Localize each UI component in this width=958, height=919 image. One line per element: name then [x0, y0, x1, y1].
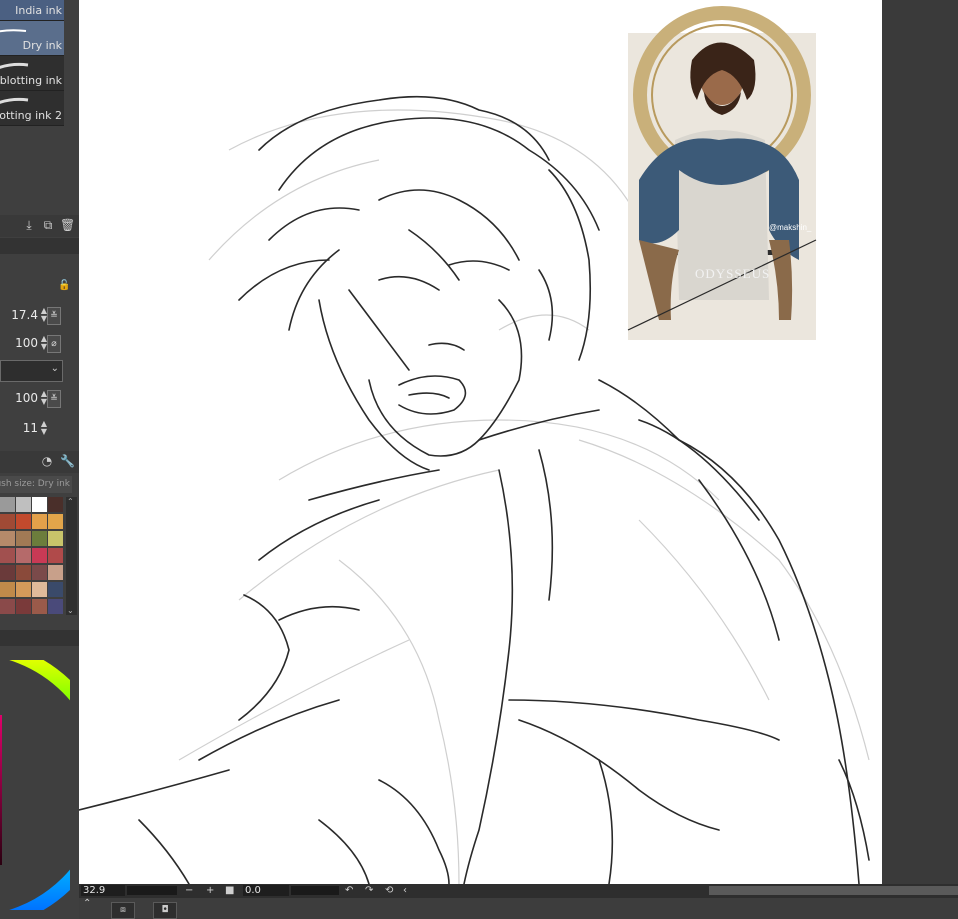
palette-swatch[interactable] — [16, 548, 31, 563]
brush-density-value[interactable]: 11 — [23, 421, 38, 435]
brush-item-wet-blotting-ink[interactable]: Wet blotting ink — [0, 56, 64, 91]
chevron-up-icon[interactable]: ⌃ — [67, 497, 74, 506]
rotation-field[interactable]: 0.0 — [243, 885, 289, 896]
color-wheel[interactable] — [0, 660, 70, 910]
palette-swatch[interactable] — [32, 497, 47, 512]
brush-item-dry-ink[interactable]: Dry ink — [0, 21, 64, 56]
zoom-in-icon[interactable]: + — [206, 884, 214, 897]
color-set-palette — [0, 497, 64, 615]
status-bar: 32.9 − + ■ 0.0 ↶ ↷ ⟲ ‹ — [79, 884, 958, 898]
brush-stroke-preview-icon — [0, 29, 27, 33]
odysseus-reference-image[interactable]: ODYSSEUS @makshin_ — [627, 6, 817, 340]
palette-swatch[interactable] — [0, 531, 15, 546]
pressure-toggle-button[interactable]: ≚ — [47, 307, 61, 325]
brush-list-toolbar: ⤓ ⧉ 🗑 — [0, 215, 79, 237]
chevron-down-icon[interactable]: ⌄ — [67, 606, 74, 615]
palette-swatch[interactable] — [16, 531, 31, 546]
palette-swatch[interactable] — [32, 599, 47, 614]
palette-swatch[interactable] — [16, 582, 31, 597]
hue-ring[interactable] — [0, 660, 70, 910]
opacity-row: 100 ▲ ▼ ⌀ — [0, 333, 64, 355]
brush-item-label: Wet blotting ink — [0, 74, 62, 87]
rotation-slider[interactable] — [291, 886, 339, 895]
lock-icon[interactable]: 🔓 — [58, 280, 70, 292]
palette-swatch[interactable] — [16, 514, 31, 529]
brush-size-row: 17.4 ▲ ▼ ≚ — [0, 305, 64, 327]
layer-mask-icon[interactable]: ◘ — [153, 902, 177, 919]
brush-item-label: Wet blotting ink 2 — [0, 109, 62, 122]
opacity-toggle-button[interactable]: ⌀ — [47, 335, 61, 353]
chevron-down-icon: ⌄ — [50, 363, 59, 374]
rotate-right-icon[interactable]: ↷ — [365, 884, 373, 897]
palette-swatch[interactable] — [32, 565, 47, 580]
wrench-icon[interactable]: 🔧 — [60, 454, 75, 468]
new-layer-icon[interactable]: ⧈ — [111, 902, 135, 919]
palette-swatch[interactable] — [0, 548, 15, 563]
import-icon[interactable]: ⤓ — [22, 218, 36, 232]
palette-swatch[interactable] — [48, 531, 63, 546]
reference-caption: ODYSSEUS — [695, 266, 770, 281]
rotate-left-icon[interactable]: ↶ — [345, 884, 353, 897]
chevron-up-icon[interactable]: ⌃ — [83, 898, 91, 909]
brush-item-wet-blotting-ink-2[interactable]: Wet blotting ink 2 — [0, 91, 64, 126]
zoom-slider[interactable] — [127, 886, 177, 895]
palette-swatch[interactable] — [0, 497, 15, 512]
palette-swatch[interactable] — [0, 514, 15, 529]
drawing-canvas[interactable]: ODYSSEUS @makshin_ — [79, 0, 882, 884]
duplicate-icon[interactable]: ⧉ — [41, 218, 55, 232]
brush-item-india-ink[interactable]: India ink — [0, 0, 64, 21]
palette-swatch[interactable] — [48, 497, 63, 512]
palette-swatch[interactable] — [32, 582, 47, 597]
reset-rotation-icon[interactable]: ⟲ — [385, 884, 393, 897]
brush-item-label: Dry ink — [22, 39, 62, 52]
fit-screen-icon[interactable]: ■ — [225, 884, 234, 897]
blending-mode-dropdown[interactable]: ⌄ — [0, 360, 63, 382]
palette-swatch[interactable] — [32, 548, 47, 563]
palette-swatch[interactable] — [48, 548, 63, 563]
canvas-surround — [882, 0, 958, 884]
blend-pressure-toggle-button[interactable]: ≚ — [47, 390, 61, 408]
flip-icon[interactable]: ‹ — [403, 884, 407, 897]
bottom-toolbar: ⌃ ⧈ ◘ — [79, 898, 958, 919]
palette-swatch[interactable] — [0, 599, 15, 614]
brush-size-preview-label: Brush size: Dry ink — [0, 479, 70, 489]
panel-divider — [0, 238, 79, 254]
palette-swatch[interactable] — [0, 565, 15, 580]
brush-stroke-preview-icon — [0, 97, 29, 104]
sketch-artwork[interactable]: ODYSSEUS @makshin_ — [79, 0, 882, 884]
palette-scrollbar[interactable]: ⌃ ⌄ — [66, 497, 77, 615]
brush-stroke-preview-icon — [0, 62, 29, 69]
brush-size-value[interactable]: 17.4 — [11, 308, 38, 322]
palette-swatch[interactable] — [16, 497, 31, 512]
trash-icon[interactable]: 🗑 — [60, 218, 75, 232]
brush-density-spinner-icon[interactable]: ▲ ▼ — [39, 420, 49, 436]
brush-settings-icon[interactable]: ◔ — [40, 454, 54, 468]
palette-swatch[interactable] — [0, 582, 15, 597]
panel-divider — [0, 630, 79, 646]
saturation-square[interactable] — [0, 715, 2, 865]
palette-swatch[interactable] — [32, 531, 47, 546]
palette-swatch[interactable] — [48, 514, 63, 529]
tool-property-toolbar: ◔ 🔧 — [0, 451, 79, 473]
brush-size-preview-bar: Brush size: Dry ink — [0, 476, 72, 493]
blend-value[interactable]: 100 — [15, 391, 38, 405]
zoom-out-icon[interactable]: − — [185, 884, 193, 897]
zoom-field[interactable]: 32.9 — [81, 885, 125, 896]
opacity-value[interactable]: 100 — [15, 336, 38, 350]
palette-swatch[interactable] — [48, 565, 63, 580]
brush-density-row: 11 ▲ ▼ — [0, 418, 64, 440]
blend-value-row: 100 ▲ ▼ ≚ — [0, 388, 64, 410]
left-panel: India ink Dry ink Wet blotting ink Wet b… — [0, 0, 80, 919]
horizontal-scrollbar[interactable] — [709, 886, 958, 895]
palette-swatch[interactable] — [48, 582, 63, 597]
brush-item-label: India ink — [15, 4, 62, 17]
palette-swatch[interactable] — [32, 514, 47, 529]
palette-swatch[interactable] — [48, 599, 63, 614]
palette-swatch[interactable] — [16, 565, 31, 580]
palette-swatch[interactable] — [16, 599, 31, 614]
reference-handle: @makshin_ — [769, 223, 812, 232]
